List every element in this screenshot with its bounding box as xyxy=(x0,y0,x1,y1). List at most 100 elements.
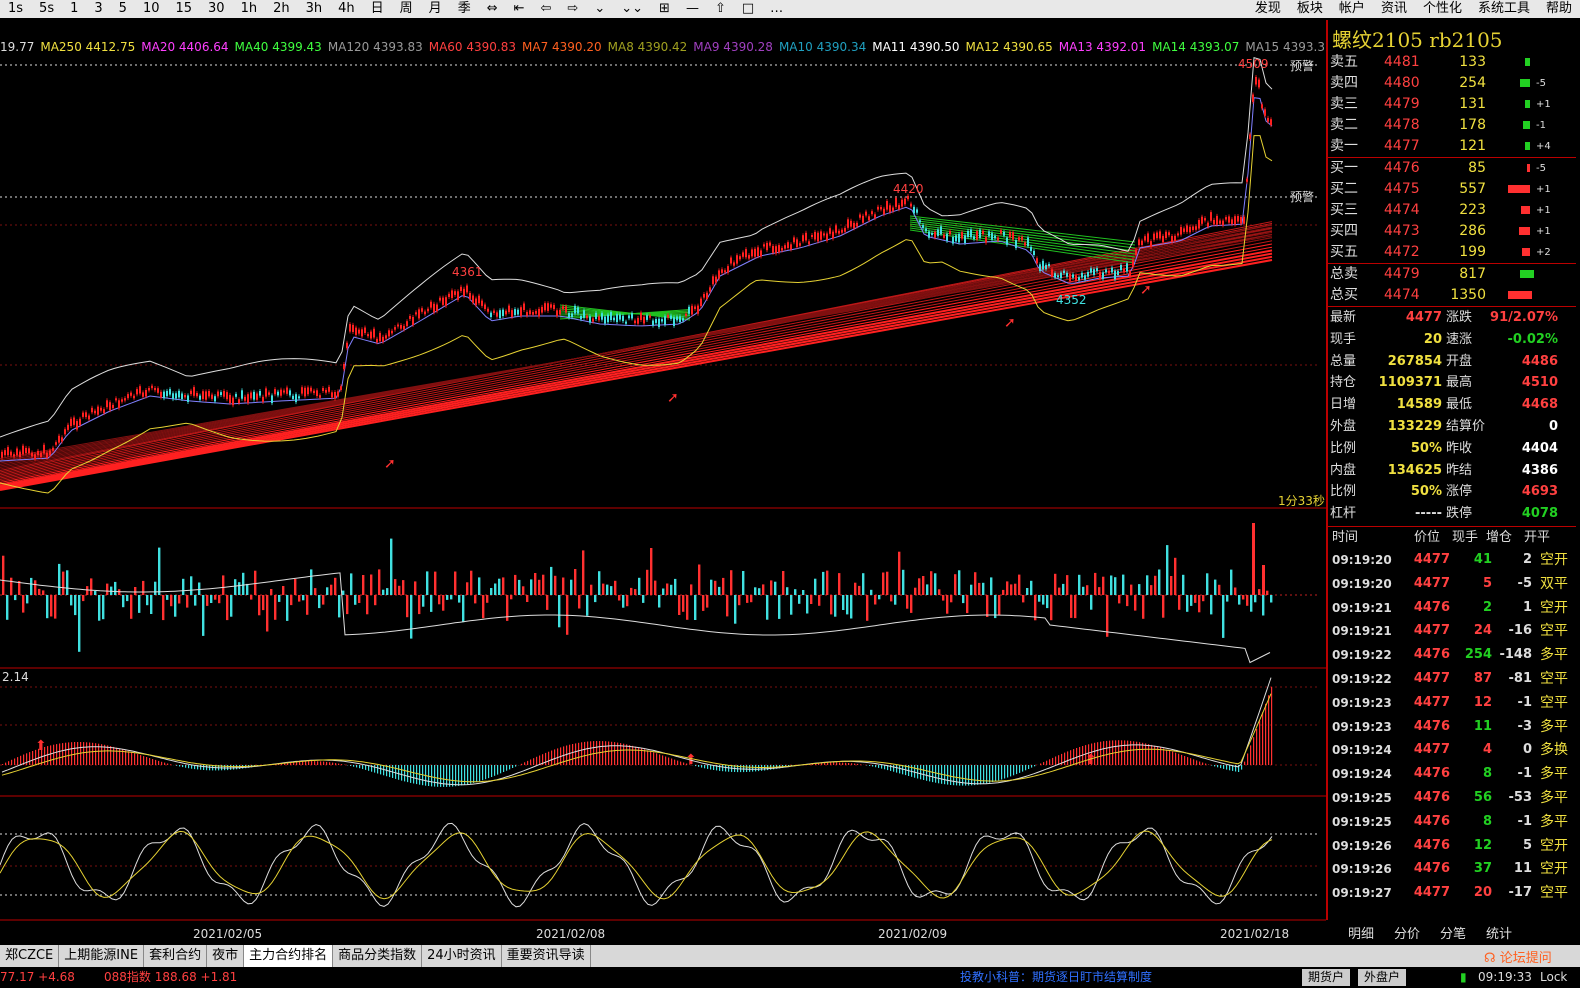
candle-body xyxy=(1231,219,1233,225)
menu-item[interactable]: 个性化 xyxy=(1415,0,1470,18)
quote-value: 134625 xyxy=(1387,462,1442,478)
volume-bar xyxy=(834,595,837,617)
book-label: 买一 xyxy=(1330,160,1358,176)
menu-item[interactable]: 帐户 xyxy=(1331,0,1373,18)
period-button[interactable]: … xyxy=(762,0,791,18)
volume-bar xyxy=(490,588,493,595)
candle-body xyxy=(538,308,540,317)
period-button[interactable]: 日 xyxy=(363,0,392,18)
volume-bar xyxy=(486,595,489,603)
market-tab[interactable]: 24小时资讯 xyxy=(422,945,502,967)
candle-body xyxy=(301,387,303,394)
market-tab[interactable]: 主力合约排名 xyxy=(244,945,334,967)
macd-bar xyxy=(1145,743,1147,765)
period-button[interactable]: ⌄⌄ xyxy=(613,0,651,18)
macd-bar xyxy=(578,742,580,765)
macd-bar xyxy=(1142,742,1144,765)
period-button[interactable]: 30 xyxy=(200,0,233,18)
volume-bar xyxy=(934,573,937,595)
period-button[interactable]: ⇦ xyxy=(533,0,560,18)
candle-body xyxy=(826,233,828,241)
volume-bar xyxy=(550,566,553,595)
candle-body xyxy=(79,418,81,426)
market-tab[interactable]: 重要资讯导读 xyxy=(502,945,591,967)
menu-item[interactable]: 资讯 xyxy=(1373,0,1415,18)
period-button[interactable]: 2h xyxy=(265,0,298,18)
period-button[interactable]: 1h xyxy=(233,0,266,18)
candle-body xyxy=(502,309,504,316)
period-button[interactable]: 周 xyxy=(392,0,421,18)
candle-body xyxy=(22,445,24,455)
period-button[interactable]: ⇤ xyxy=(506,0,533,18)
foreign-account-button[interactable]: 外盘户 xyxy=(1358,969,1407,986)
candle-body xyxy=(715,276,717,283)
macd-bar xyxy=(416,765,418,785)
period-button[interactable]: ⌄ xyxy=(586,0,613,18)
macd-bar xyxy=(1127,740,1129,765)
market-tab[interactable]: 上期能源INE xyxy=(59,945,145,967)
quote-key: 比例 xyxy=(1330,440,1357,456)
book-change: +1 xyxy=(1536,184,1551,195)
candle-body xyxy=(1060,272,1062,279)
macd-bar xyxy=(605,741,607,765)
period-button[interactable]: 15 xyxy=(167,0,200,18)
menu-item[interactable]: 板块 xyxy=(1289,0,1331,18)
period-button[interactable]: 10 xyxy=(135,0,168,18)
forum-link[interactable]: ☊ 论坛提问 xyxy=(1484,947,1552,966)
futures-account-button[interactable]: 期货户 xyxy=(1302,969,1351,986)
period-button[interactable]: — xyxy=(678,0,707,18)
candle-body xyxy=(706,292,708,299)
period-button[interactable]: 3h xyxy=(298,0,331,18)
macd-bar xyxy=(8,761,10,765)
macd-bar xyxy=(665,756,667,765)
period-button[interactable]: 3 xyxy=(86,0,110,18)
period-button[interactable]: 5s xyxy=(31,0,62,18)
detail-tab[interactable]: 统计 xyxy=(1486,923,1512,942)
countdown: 1分33秒 xyxy=(1278,494,1325,508)
period-button[interactable]: 季 xyxy=(450,0,479,18)
period-button[interactable]: 1 xyxy=(62,0,86,18)
period-button[interactable]: 5 xyxy=(111,0,135,18)
macd-bar xyxy=(1103,741,1105,765)
market-tab[interactable]: 商品分类指数 xyxy=(333,945,423,967)
period-button[interactable]: ⊞ xyxy=(651,0,678,18)
period-button[interactable]: 月 xyxy=(421,0,450,18)
period-button[interactable]: ⇔ xyxy=(479,0,506,18)
macd-bar xyxy=(548,751,550,765)
period-button[interactable]: ⇨ xyxy=(559,0,586,18)
tick-header-cell: 时间 xyxy=(1332,530,1359,545)
notice-link[interactable]: 投教小科普：期货逐日盯市结算制度 xyxy=(960,967,1152,988)
menu-item[interactable]: 系统工具 xyxy=(1470,0,1538,18)
macd-bar xyxy=(128,751,130,765)
candle-body xyxy=(157,388,159,393)
market-tab[interactable]: 郑CZCE xyxy=(0,945,60,967)
volume-bar xyxy=(526,595,529,602)
volume-bar xyxy=(1258,589,1261,595)
candle-body xyxy=(259,391,261,396)
candle-body xyxy=(28,448,30,454)
period-button[interactable]: 1s xyxy=(0,0,31,18)
candle-body xyxy=(919,220,921,223)
kline-chart[interactable]: 4420436143524509 预警预警1分33秒2.14➚➚➚➚⬆⬆ ⬆2021… xyxy=(0,20,1326,938)
menu-item[interactable]: 发现 xyxy=(1247,0,1289,18)
period-button[interactable]: ⇧ xyxy=(707,0,734,18)
detail-tab[interactable]: 明细 xyxy=(1348,923,1374,942)
quote-value: 1109371 xyxy=(1378,375,1442,391)
period-button[interactable]: 4h xyxy=(330,0,363,18)
market-tab[interactable]: 夜市 xyxy=(207,945,245,967)
candle-body xyxy=(955,235,957,242)
detail-tab[interactable]: 分价 xyxy=(1394,923,1420,942)
macd-bar xyxy=(365,765,367,770)
macd-bar xyxy=(452,765,454,787)
volume-bar xyxy=(1250,595,1253,612)
menu-item[interactable]: 帮助 xyxy=(1538,0,1580,18)
volume-bar xyxy=(894,595,897,605)
period-button[interactable]: □ xyxy=(734,0,762,18)
candle-body xyxy=(460,286,462,291)
market-tab[interactable]: 套利合约 xyxy=(144,945,208,967)
lock-label[interactable]: Lock xyxy=(1540,967,1567,988)
volume-bar xyxy=(422,595,425,607)
detail-tab[interactable]: 分笔 xyxy=(1440,923,1466,942)
macd-bar xyxy=(38,748,40,765)
book-volume: 286 xyxy=(1459,223,1486,239)
